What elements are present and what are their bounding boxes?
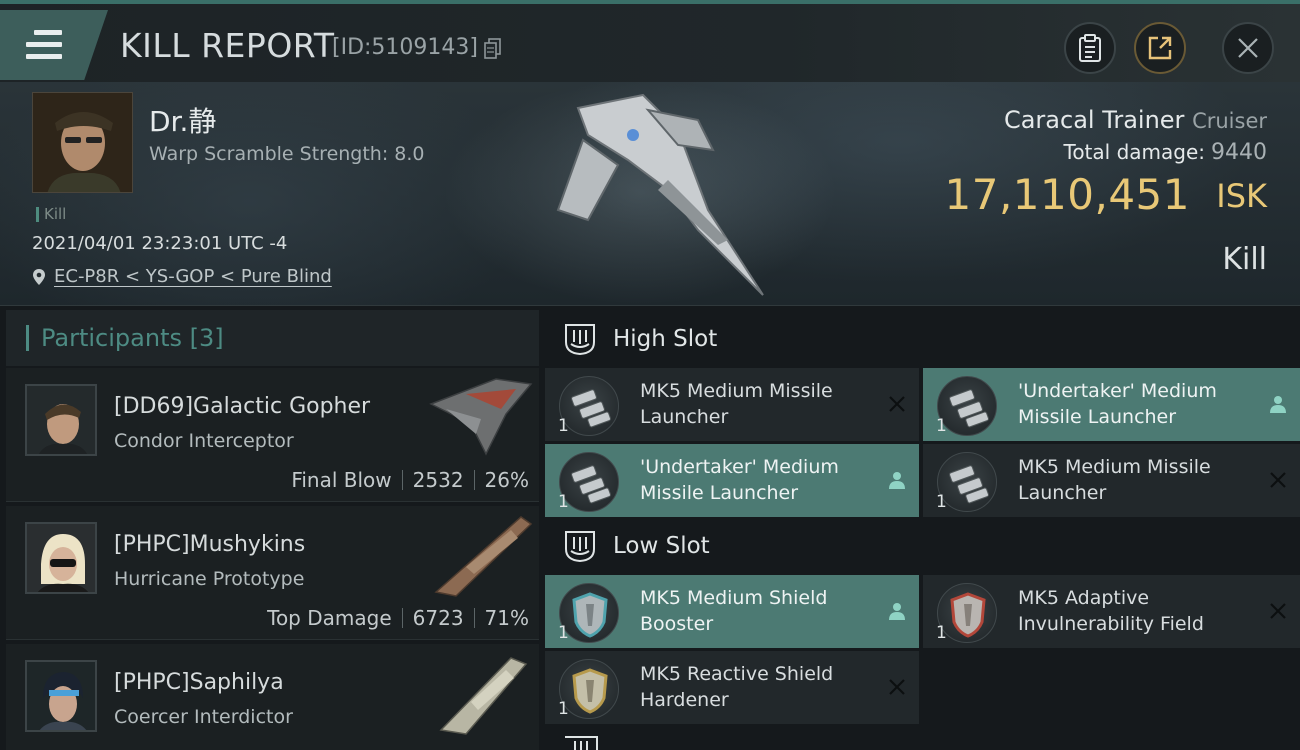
low-slot-header: Low Slot [545, 517, 1300, 575]
participants-label: Participants [41, 324, 182, 352]
module-item[interactable]: 1 'Undertaker' Medium Missile Launcher [923, 368, 1300, 441]
module-name: MK5 Medium Shield Booster [640, 587, 828, 635]
participant-damage: 2532 [412, 468, 464, 492]
high-slot-modules: 1 MK5 Medium Missile Launcher 1 'Underta… [545, 368, 1300, 517]
participant-ship: Hurricane Prototype [114, 568, 305, 590]
high-slot-icon [565, 324, 595, 356]
participant-stats: Top Damage 6723 71% [267, 606, 529, 630]
participant-percent: 26% [484, 468, 529, 492]
participant-role: Final Blow [291, 468, 392, 492]
participants-count: [3] [189, 324, 224, 352]
participant-ship-image [439, 657, 528, 735]
participant-damage: 6723 [412, 606, 464, 630]
module-name: MK5 Adaptive Invulnerability Field [1018, 587, 1204, 635]
participant-name: [PHPC]Mushykins [114, 532, 306, 557]
location-link[interactable]: EC-P8R < YS-GOP < Pure Blind [54, 266, 332, 287]
module-item[interactable]: 1 MK5 Adaptive Invulnerability Field [923, 575, 1300, 648]
module-item[interactable]: 1 MK5 Medium Missile Launcher [545, 368, 919, 441]
module-name: MK5 Medium Missile Launcher [1018, 456, 1211, 504]
module-quantity: 1 [558, 492, 569, 512]
page-title: KILL REPORT [120, 26, 335, 65]
kill-datetime: 2021/04/01 23:23:01 UTC -4 [32, 233, 288, 254]
participant-stats: Final Blow 2532 26% [291, 468, 529, 492]
report-id: [ID:5109143] [332, 35, 478, 60]
isk-unit: ISK [1216, 177, 1267, 215]
empty-cell [923, 651, 1300, 724]
low-slot-icon [565, 531, 595, 563]
high-slot-header: High Slot [545, 310, 1300, 368]
isk-value: 17,110,451 [944, 170, 1190, 219]
participant-card[interactable]: [PHPC]Saphilya Coercer Interdictor [6, 644, 539, 750]
close-icon [889, 679, 905, 695]
low-slot-label: Low Slot [613, 533, 710, 559]
module-item[interactable]: 1 MK5 Medium Shield Booster [545, 575, 919, 648]
close-button[interactable] [1222, 22, 1274, 74]
module-item[interactable]: 1 'Undertaker' Medium Missile Launcher [545, 444, 919, 517]
copy-icon[interactable] [484, 38, 502, 60]
participant-card[interactable]: [PHPC]Mushykins Hurricane Prototype Top … [6, 506, 539, 640]
participants-panel: Participants [3] [DD69]Galactic Gopher C… [6, 310, 539, 750]
victim-summary: Dr.静 Warp Scramble Strength: 8.0 Kill 20… [0, 82, 1300, 306]
victim-ship[interactable]: Caracal Trainer Cruiser [1004, 106, 1267, 134]
low-slot-modules: 1 MK5 Medium Shield Booster 1 MK5 Adapti… [545, 575, 1300, 724]
module-quantity: 1 [558, 416, 569, 436]
ship-name: Caracal Trainer [1003, 106, 1185, 134]
module-name: MK5 Medium Missile Launcher [640, 380, 833, 428]
participant-avatar [25, 660, 97, 732]
clipboard-button[interactable] [1064, 22, 1116, 74]
participant-name: [PHPC]Saphilya [114, 670, 284, 695]
ship-class: Cruiser [1192, 109, 1267, 133]
module-name: 'Undertaker' Medium Missile Launcher [1018, 380, 1217, 428]
participants-header: Participants [3] [6, 310, 539, 366]
high-slot-label: High Slot [613, 326, 718, 352]
participant-percent: 71% [484, 606, 529, 630]
person-icon [889, 472, 905, 489]
module-item[interactable]: 1 MK5 Reactive Shield Hardener [545, 651, 919, 724]
participant-card[interactable]: [DD69]Galactic Gopher Condor Interceptor… [6, 368, 539, 502]
participant-avatar [25, 384, 97, 456]
fitting-panel: High Slot 1 MK5 Medium Missile Launcher … [545, 310, 1300, 750]
participant-ship: Coercer Interdictor [114, 706, 293, 728]
top-bar: KILL REPORT [ID:5109143] [0, 0, 1300, 82]
person-icon [889, 603, 905, 620]
module-quantity: 1 [936, 623, 947, 643]
participant-ship: Condor Interceptor [114, 430, 294, 452]
module-quantity: 1 [936, 492, 947, 512]
participant-ship-image [434, 516, 533, 597]
person-icon [1270, 396, 1286, 413]
menu-button[interactable] [0, 10, 108, 80]
victim-ship-image [556, 93, 764, 296]
kill-location[interactable]: EC-P8R < YS-GOP < Pure Blind [32, 266, 332, 287]
hamburger-menu-icon [26, 30, 62, 66]
result-label: Kill [1222, 242, 1267, 277]
total-damage-value: 9440 [1211, 140, 1267, 165]
close-icon [889, 396, 905, 412]
participant-role: Top Damage [267, 606, 392, 630]
location-pin-icon [33, 268, 45, 285]
warp-scramble-strength: Warp Scramble Strength: 8.0 [149, 143, 425, 165]
module-name: 'Undertaker' Medium Missile Launcher [640, 456, 839, 504]
kill-tag: Kill [36, 205, 66, 223]
victim-avatar[interactable] [32, 92, 133, 193]
module-name: MK5 Reactive Shield Hardener [640, 663, 834, 711]
total-damage-label: Total damage: [1063, 140, 1206, 164]
module-quantity: 1 [558, 623, 569, 643]
export-button[interactable] [1134, 22, 1186, 74]
module-item[interactable]: 1 MK5 Medium Missile Launcher [923, 444, 1300, 517]
mid-slot-header-peek [565, 736, 598, 750]
kill-tag-label: Kill [44, 205, 67, 223]
participant-name: [DD69]Galactic Gopher [114, 394, 371, 419]
module-quantity: 1 [936, 416, 947, 436]
module-quantity: 1 [558, 699, 569, 719]
participant-ship-image [429, 378, 533, 456]
participant-avatar [25, 522, 97, 594]
export-icon [1148, 36, 1172, 60]
victim-name[interactable]: Dr.静 [149, 100, 216, 140]
clipboard-icon [1079, 34, 1101, 62]
close-icon [1270, 603, 1286, 619]
total-damage: Total damage: 9440 [1064, 140, 1268, 165]
close-icon [1270, 472, 1286, 488]
close-icon [1238, 38, 1258, 58]
